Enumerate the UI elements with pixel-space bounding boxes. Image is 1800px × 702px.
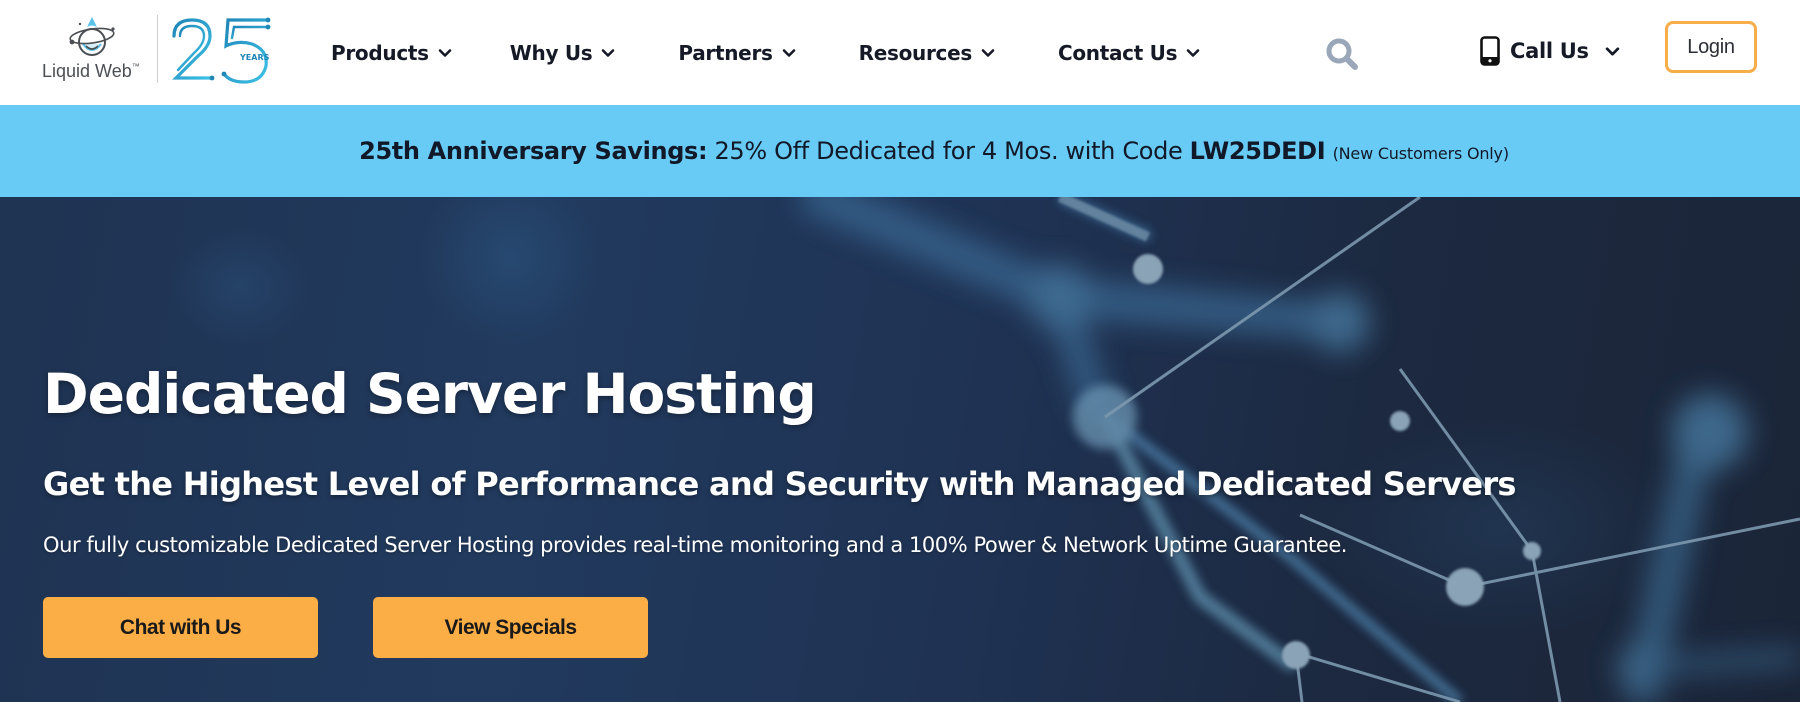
brand-name: Liquid Web: [42, 61, 132, 81]
nav-partners[interactable]: Partners: [678, 41, 795, 65]
hero-title: Dedicated Server Hosting: [43, 362, 817, 426]
search-button[interactable]: [1324, 36, 1360, 72]
view-specials-button[interactable]: View Specials: [373, 597, 648, 658]
promo-body: 25% Off Dedicated for 4 Mos. with Code: [714, 137, 1183, 165]
promo-lead: 25th Anniversary Savings:: [359, 137, 708, 165]
nav-why-us[interactable]: Why Us: [510, 41, 616, 65]
chevron-down-icon: [782, 48, 795, 57]
call-us-label: Call Us: [1510, 39, 1589, 63]
anniversary-25-years-logo: YEARS: [172, 17, 271, 84]
mobile-phone-icon: [1480, 36, 1500, 66]
chat-with-us-button[interactable]: Chat with Us: [43, 597, 318, 658]
logo-divider: [157, 15, 158, 83]
nav-why-us-label: Why Us: [509, 40, 593, 65]
liquid-web-mascot-icon: [69, 17, 115, 56]
chevron-down-icon: [1605, 46, 1619, 56]
nav-products[interactable]: Products: [331, 41, 452, 65]
promo-code: LW25DEDI: [1189, 137, 1326, 165]
promo-note: (New Customers Only): [1332, 144, 1509, 163]
chevron-down-icon: [1186, 48, 1200, 57]
promo-banner[interactable]: 25th Anniversary Savings: 25% Off Dedica…: [0, 105, 1800, 197]
hero-section: Dedicated Server Hosting Get the Highest…: [0, 197, 1800, 702]
nav-contact-us[interactable]: Contact Us: [1058, 41, 1200, 65]
hero-subtitle: Get the Highest Level of Performance and…: [43, 465, 1516, 503]
chevron-down-icon: [438, 48, 452, 57]
chevron-down-icon: [602, 48, 615, 57]
chevron-down-icon: [981, 48, 995, 57]
nav-products-label: Products: [331, 40, 429, 65]
logo[interactable]: Liquid Web™ YEARS: [38, 12, 278, 87]
nav-contact-us-label: Contact Us: [1057, 40, 1178, 65]
liquid-web-logo: Liquid Web™: [38, 12, 158, 87]
login-button[interactable]: Login: [1665, 21, 1757, 73]
hero-description: Our fully customizable Dedicated Server …: [43, 533, 1348, 557]
nav-resources[interactable]: Resources: [859, 41, 995, 65]
main-nav: Products Why Us Partners Resources Conta…: [331, 0, 1200, 105]
site-header: Liquid Web™ YEARS Products Why Us Partne…: [0, 0, 1800, 105]
anniversary-years-text: YEARS: [239, 53, 270, 62]
trademark-mark: ™: [131, 62, 140, 71]
search-icon: [1326, 38, 1358, 70]
nav-resources-label: Resources: [858, 40, 973, 65]
call-us-dropdown[interactable]: Call Us: [1480, 36, 1620, 66]
promo-text: 25th Anniversary Savings: 25% Off Dedica…: [359, 137, 1509, 165]
nav-partners-label: Partners: [678, 40, 773, 65]
